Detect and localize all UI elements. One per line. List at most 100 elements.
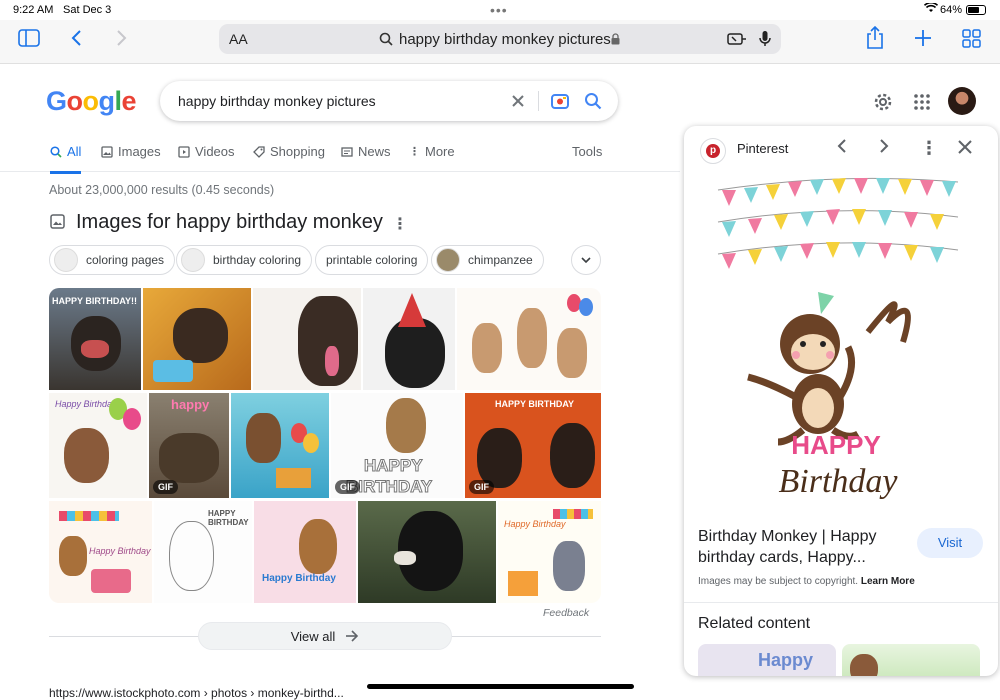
preview-source[interactable]: Pinterest [737,141,788,156]
preview-image-happy: HAPPY [791,430,881,460]
share-icon[interactable] [865,25,885,56]
preview-image[interactable]: HAPPY Birthday [708,172,970,512]
pinterest-icon: p [700,138,726,164]
result-url[interactable]: https://www.istockphoto.com › photos › m… [49,686,344,700]
chip-label: birthday coloring [213,253,302,267]
logo-letter: G [46,86,67,116]
search-box[interactable]: happy birthday monkey pictures [160,81,618,121]
copyright-text: Images may be subject to copyright. [698,576,859,587]
microphone-icon[interactable] [759,30,771,53]
image-result[interactable]: Happy Birthday [498,501,601,603]
status-bar: 9:22 AM Sat Dec 3 ••• 64% [0,0,1000,20]
multitask-dots-icon[interactable]: ••• [490,2,508,18]
chips-expand-button[interactable] [571,245,601,275]
image-preview-panel: p Pinterest ⋮ HAPPY Birthday Birthday Mo… [684,126,998,676]
settings-gear-icon[interactable] [873,92,893,117]
tile-caption: happy [171,397,210,412]
text-size-button[interactable]: AA [229,31,248,47]
tile-caption: HAPPY [364,456,424,476]
image-result[interactable]: HAPPY BIRTHDAY GIF [465,393,601,498]
tab-label: Shopping [270,144,325,159]
preview-title[interactable]: Birthday Monkey | Happy birthday cards, … [698,526,908,568]
battery-icon [966,5,986,15]
browser-toolbar: AA happy birthday monkey pictures [0,20,1000,64]
home-indicator[interactable] [367,684,634,689]
image-result[interactable]: HAPPY BIRTHDAY [154,501,252,603]
view-all-label: View all [290,628,336,644]
image-section-icon [50,214,65,234]
tab-more[interactable]: ⋮ More [409,144,455,159]
chip-thumbnail [436,248,460,272]
image-result[interactable] [358,501,496,603]
tab-label: More [425,144,455,159]
chip-label: printable coloring [326,253,418,267]
chip-thumbnail [54,248,78,272]
lock-icon [611,32,620,50]
logo-letter: o [66,86,84,116]
learn-more-link[interactable]: Learn More [861,576,915,587]
new-tab-icon[interactable] [913,28,933,54]
tab-shopping[interactable]: Shopping [253,144,325,159]
gif-badge: GIF [153,480,178,494]
arrow-right-icon [346,630,359,642]
related-thumbnail[interactable] [842,644,980,676]
tab-images[interactable]: Images [101,144,161,159]
chip-birthday-coloring[interactable]: birthday coloring [176,245,313,275]
feedback-link[interactable]: Feedback [543,607,589,619]
visit-button[interactable]: Visit [917,528,983,558]
chip-coloring-pages[interactable]: coloring pages [49,245,176,275]
more-vert-icon: ⋮ [409,146,420,158]
tools-button[interactable]: Tools [572,144,602,159]
image-result[interactable] [231,393,329,498]
avatar[interactable] [948,87,976,115]
reader-icon[interactable] [727,31,747,52]
image-grid: HAPPY BIRTHDAY!! Happy Birthday! happy G… [49,288,601,603]
image-result[interactable]: Happy Birthday [254,501,356,603]
chip-chimpanzee[interactable]: chimpanzee [431,245,544,275]
images-heading[interactable]: Images for happy birthday monkey [76,211,383,234]
tab-all[interactable]: All [50,144,82,174]
address-bar[interactable]: AA happy birthday monkey pictures [219,24,781,54]
previous-icon[interactable] [837,138,847,159]
tile-caption: HAPPY BIRTHDAY [208,509,249,527]
search-icon [379,32,393,51]
chip-thumbnail [181,248,205,272]
results-stats: About 23,000,000 results (0.45 seconds) [49,183,275,197]
view-all-button[interactable]: View all [198,622,452,650]
tab-news[interactable]: News [341,144,391,159]
tab-label: Images [118,144,161,159]
sidebar-icon[interactable] [18,29,40,53]
image-result[interactable]: happy GIF [149,393,229,498]
chip-printable-coloring[interactable]: printable coloring [315,245,429,275]
gif-badge: GIF [469,480,494,494]
search-submit-icon[interactable] [584,92,602,115]
status-time: 9:22 AM [13,4,54,16]
image-result[interactable]: Happy Birthday [49,501,152,603]
search-input[interactable]: happy birthday monkey pictures [178,93,376,109]
next-icon[interactable] [879,138,889,159]
forward-icon[interactable] [116,29,128,53]
more-vert-icon[interactable]: ⋮ [920,138,938,159]
tile-caption: Happy Birthday [262,573,336,584]
image-result[interactable] [363,288,455,390]
apps-grid-icon[interactable] [914,94,930,115]
image-result[interactable]: HAPPY BIRTHDAY!! [49,288,141,390]
clear-icon[interactable] [510,93,526,114]
tab-videos[interactable]: Videos [178,144,235,159]
image-result[interactable]: Happy Birthday! [49,393,147,498]
tab-overview-icon[interactable] [962,29,981,54]
close-icon[interactable] [958,138,972,159]
back-icon[interactable] [70,29,82,53]
image-result[interactable] [457,288,601,390]
camera-lens-icon[interactable] [550,92,570,115]
related-thumbnail[interactable]: Happy [698,644,836,676]
wifi-icon [923,1,939,16]
logo-letter: o [82,86,100,116]
image-result[interactable]: HAPPY BIRTHDAY GIF [331,393,463,498]
more-options-icon[interactable]: ⋮ [392,214,408,234]
image-result[interactable] [253,288,361,390]
google-logo[interactable]: Google [46,86,137,117]
gif-badge: GIF [335,480,360,494]
divider [684,602,998,603]
image-result[interactable] [143,288,251,390]
